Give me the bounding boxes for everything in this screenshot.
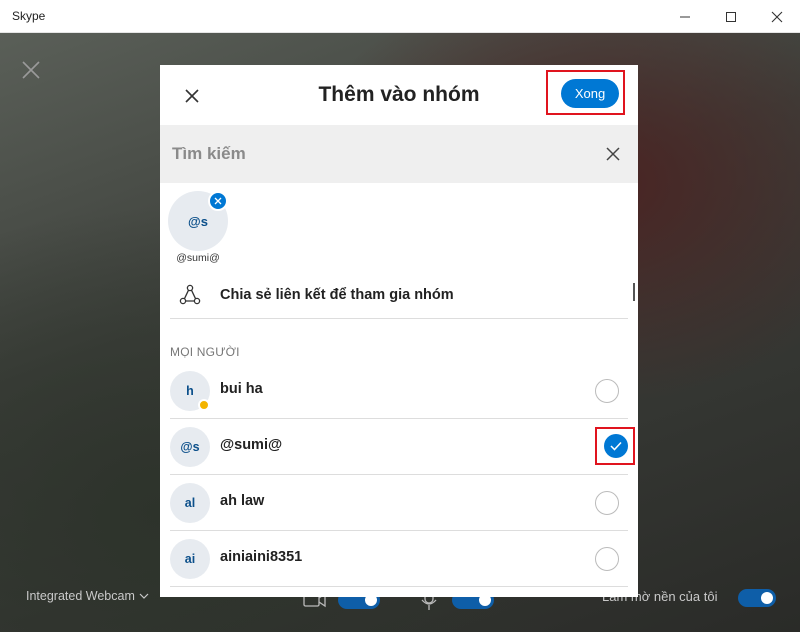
dialog-header: Thêm vào nhóm Xong	[160, 65, 638, 125]
close-icon	[771, 11, 783, 22]
list-item[interactable]: ai ainiaini8351	[170, 531, 628, 587]
clear-search-icon[interactable]	[604, 145, 622, 163]
share-link-icon	[179, 284, 201, 305]
title-bar: Skype	[0, 0, 800, 33]
list-item[interactable]: al ah law	[170, 475, 628, 531]
avatar: ai	[170, 539, 210, 579]
away-status-icon	[198, 399, 210, 411]
contact-name: ainiaini8351	[220, 549, 303, 565]
search-input[interactable]	[172, 138, 572, 170]
select-checkbox[interactable]	[595, 491, 619, 515]
search-bar	[160, 125, 638, 183]
camera-select[interactable]: Integrated Webcam	[26, 589, 149, 603]
done-button[interactable]: Xong	[561, 79, 619, 108]
add-to-group-dialog: Thêm vào nhóm Xong @s @sumi@ Chia sẻ liê…	[160, 65, 638, 597]
checkmark-icon	[610, 441, 622, 451]
select-checkbox[interactable]	[595, 379, 619, 403]
minimize-icon	[680, 16, 690, 17]
scrollbar[interactable]	[633, 283, 635, 301]
share-link-label: Chia sẻ liên kết để tham gia nhóm	[220, 287, 454, 303]
blur-background-toggle[interactable]	[738, 589, 776, 607]
list-item[interactable]: h bui ha	[170, 363, 628, 419]
people-section-heading: MỌI NGƯỜI	[170, 345, 240, 359]
select-checkbox[interactable]	[604, 434, 628, 458]
minimize-button[interactable]	[662, 0, 708, 33]
contact-name: @sumi@	[220, 437, 283, 453]
selected-contact-label: @sumi@	[176, 252, 220, 264]
camera-select-label: Integrated Webcam	[26, 589, 135, 603]
contact-name: bui ha	[220, 381, 263, 397]
close-icon	[214, 197, 222, 205]
selected-contact-chip[interactable]: @s @sumi@	[168, 191, 228, 264]
app-title: Skype	[12, 9, 46, 23]
share-link-row[interactable]: Chia sẻ liên kết để tham gia nhóm	[170, 275, 628, 319]
window-close-button[interactable]	[754, 0, 800, 33]
contact-name: ah law	[220, 493, 265, 509]
list-item[interactable]: @s @sumi@	[170, 419, 635, 475]
avatar: al	[170, 483, 210, 523]
avatar: @s	[170, 427, 210, 467]
select-checkbox[interactable]	[595, 547, 619, 571]
maximize-icon	[726, 11, 736, 22]
maximize-button[interactable]	[708, 0, 754, 33]
chevron-down-icon	[139, 593, 149, 599]
remove-selected-button[interactable]	[208, 191, 228, 211]
end-preview-close-icon[interactable]	[20, 59, 42, 81]
